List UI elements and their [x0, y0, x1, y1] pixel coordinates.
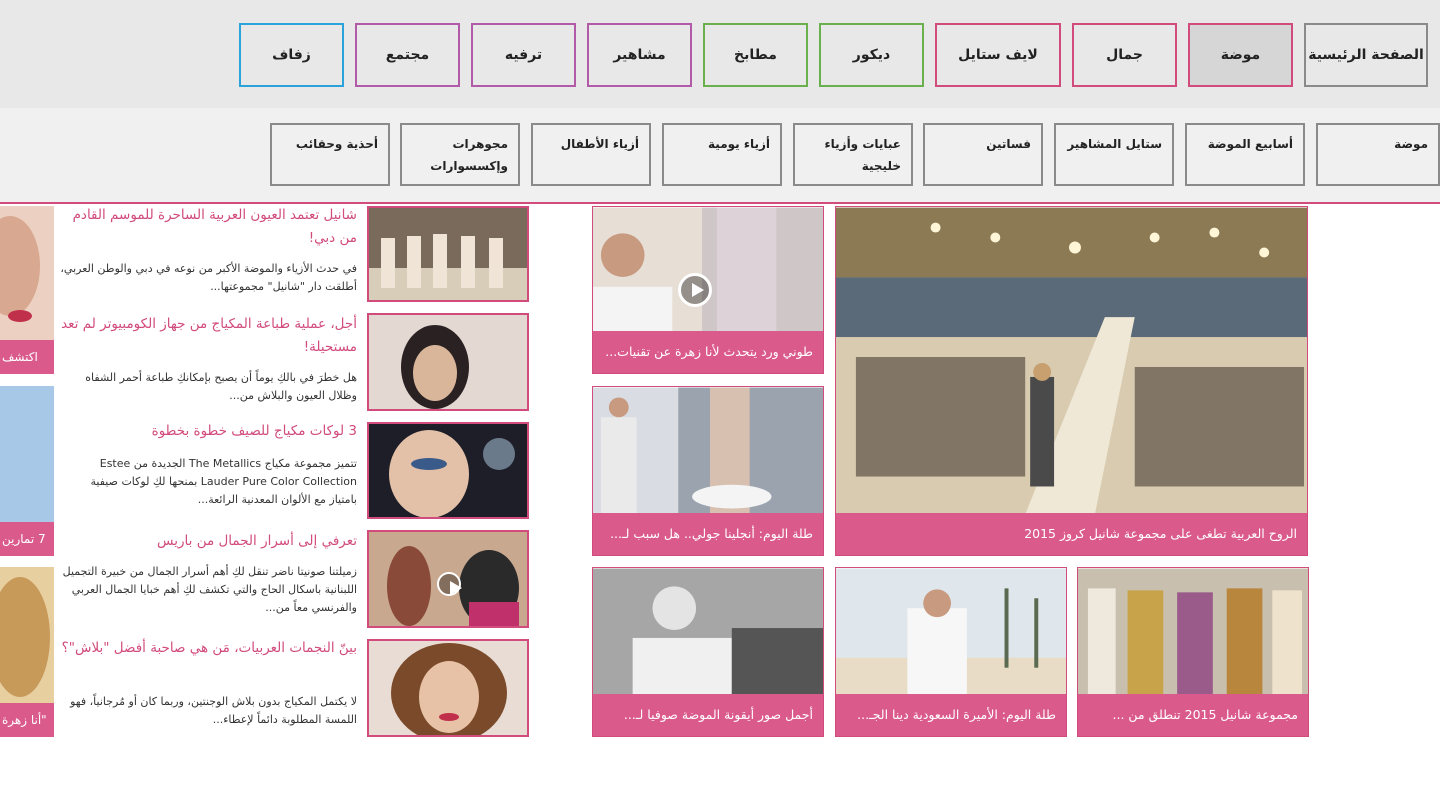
- nav-kitchens[interactable]: مطابخ: [703, 23, 808, 87]
- subnav-fashion[interactable]: موضة: [1316, 123, 1440, 186]
- article-title[interactable]: 3 لوكات مكياج للصيف خطوة بخطوة: [60, 420, 357, 443]
- article-title[interactable]: تعرفي إلى أسرار الجمال من باريس: [60, 530, 357, 553]
- sub-navigation: موضة أسابيع الموضة ستايل المشاهير فساتين…: [0, 108, 1440, 204]
- tile-chanel-2015[interactable]: مجموعة شانيل 2015 تنطلق من ...: [1077, 567, 1309, 737]
- article-description: زميلتنا صونيتا ناضر تنقل لكِ أهم أسرار ا…: [62, 565, 357, 614]
- tile-caption: 7 تمارين: [0, 522, 54, 556]
- tile-caption: اكتشف: [0, 340, 54, 374]
- tile-caption: "أنا زهرة: [0, 703, 54, 737]
- tile-angelina[interactable]: طلة اليوم: أنجلينا جولي.. هل سبب لـ...: [592, 386, 824, 556]
- subnav-dresses[interactable]: فساتين: [923, 123, 1043, 186]
- nav-celebrities[interactable]: مشاهير: [587, 23, 692, 87]
- article-thumb-summer-makeup[interactable]: [367, 422, 529, 519]
- tile-tony-ward-video[interactable]: طوني ورد يتحدث لأنا زهرة عن تقنيات...: [592, 206, 824, 374]
- princess-photo: [836, 568, 1066, 696]
- edge-tile-1[interactable]: اكتشف: [0, 206, 54, 374]
- article-thumb-blush[interactable]: [367, 639, 529, 737]
- subnav-shoes-bags[interactable]: أحذية وحقائب: [270, 123, 390, 186]
- nav-lifestyle[interactable]: لايف ستايل: [935, 23, 1061, 87]
- article-description: في حدث الأزياء والموضة الأكبر من نوعه في…: [60, 262, 357, 293]
- chanel-collection-photo: [1078, 568, 1308, 696]
- nav-society[interactable]: مجتمع: [355, 23, 460, 87]
- feature-caption: الروح العربية تطغى على مجموعة شانيل كروز…: [836, 513, 1307, 555]
- article-title[interactable]: أجل، عملية طباعة المكياج من جهاز الكومبي…: [60, 313, 357, 359]
- edge-tile-3[interactable]: "أنا زهرة: [0, 567, 54, 737]
- subnav-kids-fashion[interactable]: أزياء الأطفال: [531, 123, 651, 186]
- subnav-abayas[interactable]: عبايات وأزياء خليجية: [793, 123, 913, 186]
- tile-caption: طلة اليوم: الأميرة السعودية دينا الجـ...: [836, 694, 1066, 736]
- play-icon[interactable]: [437, 572, 462, 596]
- article-description: تتميز مجموعة مكياج The Metallics الجديدة…: [90, 457, 358, 506]
- article-description: هل خطرَ في بالكِ يوماً أن يصبح بإمكانكِ …: [85, 371, 357, 402]
- top-navigation: الصفحة الرئيسية موضة جمال لايف ستايل ديك…: [0, 0, 1440, 108]
- nav-wedding[interactable]: زفاف: [239, 23, 344, 87]
- article-thumb-paris-beauty[interactable]: [367, 530, 529, 628]
- designer-photo: [593, 207, 823, 333]
- nav-fashion[interactable]: موضة: [1188, 23, 1293, 87]
- tile-caption: طوني ورد يتحدث لأنا زهرة عن تقنيات...: [593, 331, 823, 373]
- article-title[interactable]: بينّ النجمات العربيات، مَن هي صاحبة أفضل…: [60, 637, 357, 660]
- subnav-celebrity-style[interactable]: ستايل المشاهير: [1054, 123, 1174, 186]
- tile-caption: أجمل صور أيقونة الموضة صوفيا لـ...: [593, 694, 823, 736]
- nav-beauty[interactable]: جمال: [1072, 23, 1177, 87]
- angelina-photo: [593, 387, 823, 515]
- nav-home[interactable]: الصفحة الرئيسية: [1304, 23, 1428, 87]
- article-thumb-makeup-printer[interactable]: [367, 313, 529, 411]
- tile-sophia-loren[interactable]: أجمل صور أيقونة الموضة صوفيا لـ...: [592, 567, 824, 737]
- tile-caption: مجموعة شانيل 2015 تنطلق من ...: [1078, 694, 1308, 736]
- subnav-jewelry[interactable]: مجوهرات وإكسسوارات: [400, 123, 520, 186]
- nav-decor[interactable]: ديكور: [819, 23, 924, 87]
- runway-photo: [836, 207, 1307, 515]
- subnav-fashion-weeks[interactable]: أسابيع الموضة: [1185, 123, 1305, 186]
- feature-tile-chanel-cruise[interactable]: الروح العربية تطغى على مجموعة شانيل كروز…: [835, 206, 1308, 556]
- nav-entertainment[interactable]: ترفيه: [471, 23, 576, 87]
- edge-tile-2[interactable]: 7 تمارين: [0, 386, 54, 556]
- article-thumb-chanel[interactable]: [367, 206, 529, 302]
- tile-caption: طلة اليوم: أنجلينا جولي.. هل سبب لـ...: [593, 513, 823, 555]
- article-title[interactable]: شانيل تعتمد العيون العربية الساحرة للموس…: [60, 204, 357, 250]
- tile-princess-deena[interactable]: طلة اليوم: الأميرة السعودية دينا الجـ...: [835, 567, 1067, 737]
- play-icon[interactable]: [678, 273, 712, 307]
- subnav-daily-wear[interactable]: أزياء يومية: [662, 123, 782, 186]
- sophia-photo: [593, 568, 823, 696]
- article-description: لا يكتمل المكياج بدون بلاش الوجنتين، ورب…: [70, 695, 357, 726]
